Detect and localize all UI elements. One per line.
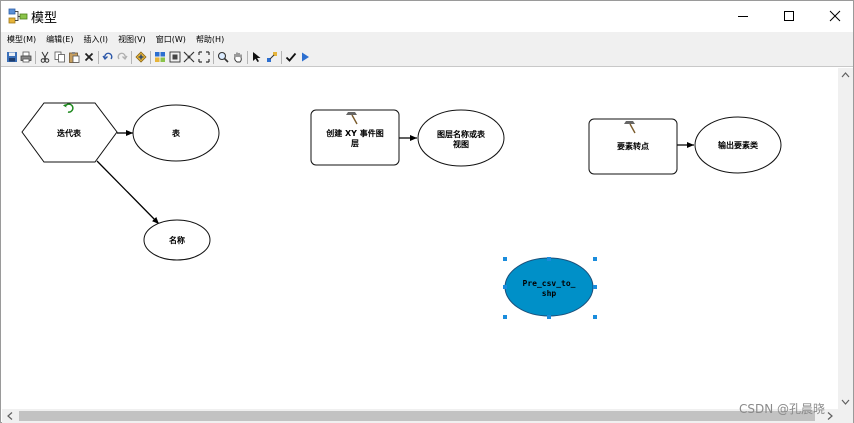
connector-iterator-to-name[interactable] bbox=[96, 160, 160, 225]
pre-csv-to-shp-model-node[interactable]: Pre_csv_to_ shp bbox=[503, 257, 597, 319]
validate-icon[interactable] bbox=[285, 51, 297, 63]
redo-icon[interactable] bbox=[116, 51, 128, 63]
toolbar-separator bbox=[247, 51, 248, 64]
horizontal-scroll-thumb[interactable] bbox=[19, 411, 815, 421]
name-output-node[interactable]: 名称 bbox=[143, 219, 211, 261]
feature-to-point-tool-node[interactable]: 要素转点 bbox=[588, 118, 678, 175]
connect-icon[interactable] bbox=[266, 51, 278, 63]
toolbar-separator bbox=[98, 51, 99, 64]
output-features-label: 输出要素类 bbox=[718, 140, 758, 150]
maximize-icon bbox=[784, 11, 794, 21]
select-icon[interactable] bbox=[251, 51, 263, 63]
pan-icon[interactable] bbox=[232, 51, 244, 63]
print-icon[interactable] bbox=[20, 51, 32, 63]
toolbar-separator bbox=[150, 51, 151, 64]
auto-layout-icon[interactable] bbox=[154, 51, 166, 63]
iterator-node[interactable]: 迭代表 bbox=[21, 102, 118, 163]
toolbar-separator bbox=[131, 51, 132, 64]
model-icon bbox=[8, 7, 28, 25]
menu-model[interactable]: 模型(M) bbox=[7, 32, 36, 48]
menu-insert[interactable]: 插入(I) bbox=[83, 32, 108, 48]
toolbar-separator bbox=[213, 51, 214, 64]
iterator-label: 迭代表 bbox=[57, 128, 82, 138]
paste-icon[interactable] bbox=[68, 51, 80, 63]
close-icon bbox=[829, 10, 841, 22]
undo-icon[interactable] bbox=[102, 51, 114, 63]
menu-edit[interactable]: 编辑(E) bbox=[46, 32, 73, 48]
title-bar: 模型 bbox=[1, 1, 853, 32]
cut-icon[interactable] bbox=[39, 51, 51, 63]
window-title: 模型 bbox=[31, 11, 58, 26]
create-xy-label-line2: 层 bbox=[350, 139, 359, 148]
toolbar-separator bbox=[281, 51, 282, 64]
pre-csv-to-shp-label-line1: Pre_csv_to_ bbox=[523, 279, 576, 288]
select-all-icon[interactable] bbox=[183, 51, 195, 63]
create-xy-event-layer-tool-node[interactable]: 创建 XY 事件图 层 bbox=[310, 109, 400, 166]
toolbar-separator bbox=[35, 51, 36, 64]
table-output-label: 表 bbox=[171, 128, 181, 138]
add-data-icon[interactable] bbox=[135, 51, 147, 63]
model-builder-window: 模型 模型(M) 编辑(E) 插入(I) 视图(V) 窗口(W) 帮助(H) 迭… bbox=[0, 0, 854, 423]
name-output-label: 名称 bbox=[169, 235, 185, 245]
delete-icon[interactable] bbox=[83, 51, 95, 63]
vertical-scrollbar[interactable] bbox=[838, 68, 853, 409]
horizontal-scrollbar[interactable] bbox=[2, 409, 838, 423]
toolbar bbox=[1, 48, 853, 67]
close-button[interactable] bbox=[812, 1, 854, 31]
watermark: CSDN @孔晨晓 bbox=[739, 402, 826, 416]
menu-window[interactable]: 窗口(W) bbox=[156, 32, 186, 48]
menu-view[interactable]: 视图(V) bbox=[118, 32, 146, 48]
feature-to-point-label: 要素转点 bbox=[617, 141, 649, 151]
output-features-node[interactable]: 输出要素类 bbox=[694, 116, 782, 174]
scroll-right-icon[interactable] bbox=[827, 412, 833, 420]
menu-bar: 模型(M) 编辑(E) 插入(I) 视图(V) 窗口(W) 帮助(H) bbox=[1, 32, 853, 48]
table-output-node[interactable]: 表 bbox=[132, 104, 220, 162]
run-icon[interactable] bbox=[299, 51, 311, 63]
minimize-button[interactable] bbox=[720, 1, 766, 31]
save-icon[interactable] bbox=[6, 51, 18, 63]
scroll-up-icon[interactable] bbox=[841, 72, 850, 78]
minimize-icon bbox=[738, 16, 748, 17]
scroll-down-icon[interactable] bbox=[841, 399, 850, 405]
zoom-icon[interactable] bbox=[217, 51, 229, 63]
scroll-left-icon[interactable] bbox=[7, 412, 13, 420]
layer-view-output-node[interactable]: 图层名称或表 视图 bbox=[417, 109, 505, 167]
copy-icon[interactable] bbox=[54, 51, 66, 63]
pre-csv-to-shp-label-line2: shp bbox=[542, 289, 557, 298]
layer-view-label-line2: 视图 bbox=[453, 139, 469, 149]
menu-help[interactable]: 帮助(H) bbox=[196, 32, 224, 48]
scrollbar-corner bbox=[838, 409, 853, 423]
full-extent-icon[interactable] bbox=[169, 51, 181, 63]
layer-view-label-line1: 图层名称或表 bbox=[437, 129, 486, 139]
maximize-button[interactable] bbox=[766, 1, 812, 31]
model-canvas[interactable]: 迭代表 表 名称 创建 XY 事件图 层 图层名称或表 视图 要素转点 输出要素… bbox=[2, 68, 838, 409]
fixed-zoom-icon[interactable] bbox=[198, 51, 210, 63]
create-xy-label-line1: 创建 XY 事件图 bbox=[325, 128, 384, 138]
